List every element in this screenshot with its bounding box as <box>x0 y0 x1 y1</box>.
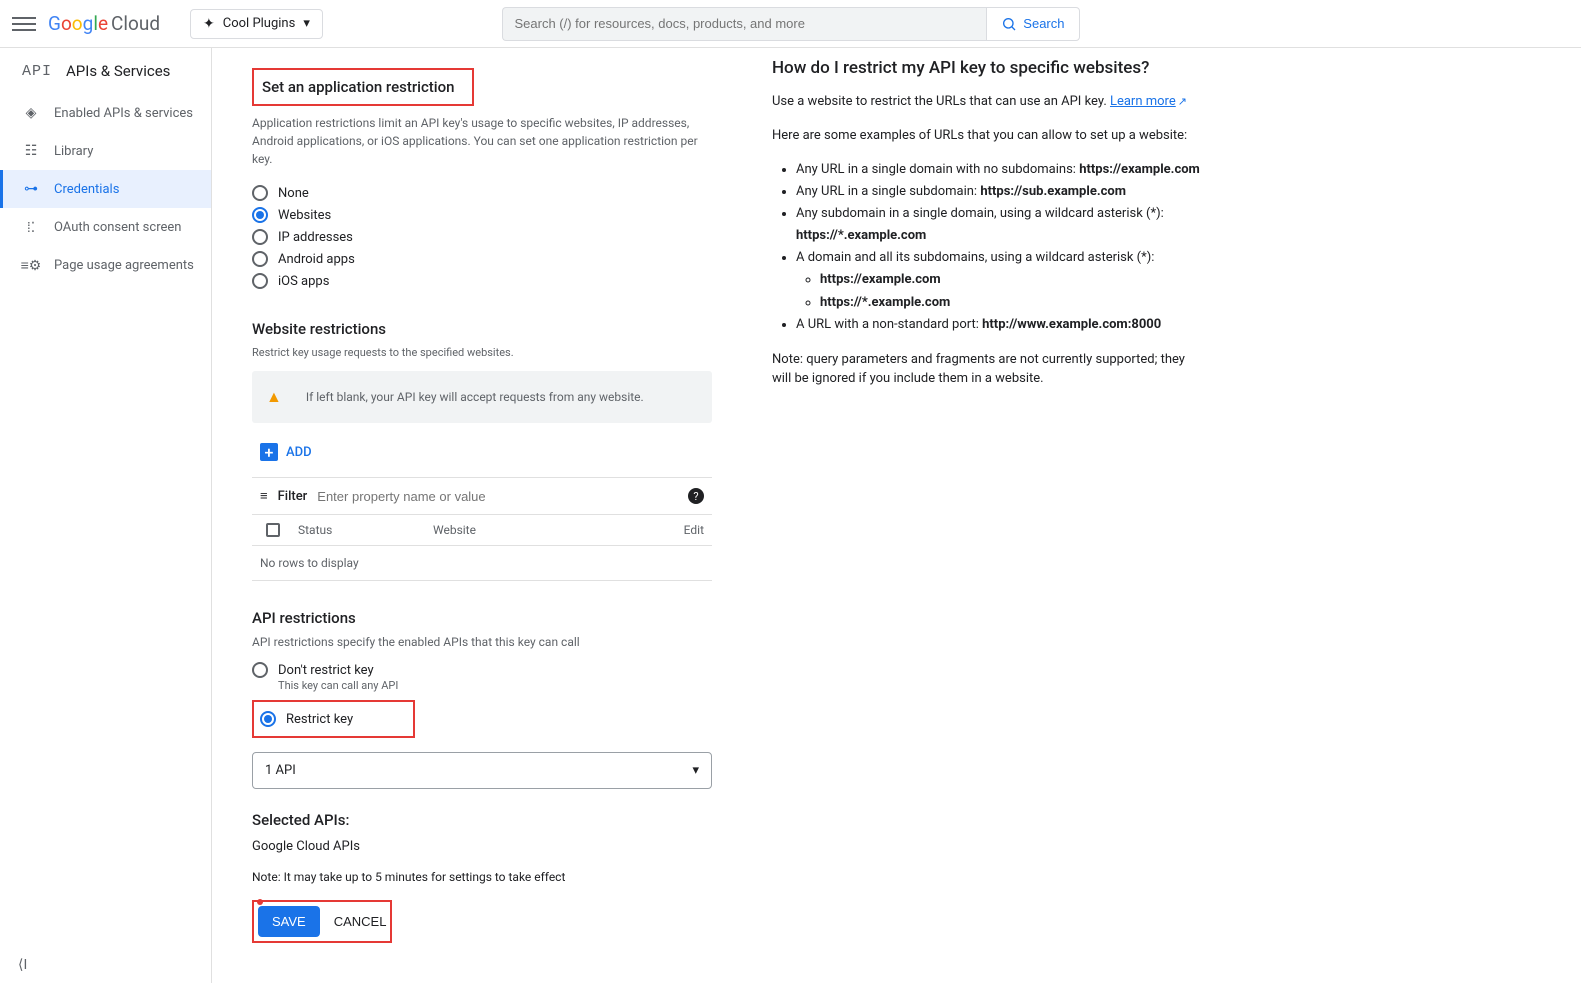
radio-android[interactable]: Android apps <box>252 248 712 270</box>
table-header: Status Website Edit <box>252 515 712 546</box>
external-link-icon: ↗ <box>1178 95 1187 108</box>
sidebar-collapse[interactable]: ⟨I <box>18 957 27 973</box>
radio-icon <box>252 207 268 223</box>
select-all-checkbox[interactable] <box>266 523 280 537</box>
consent-icon: ⁞⁚ <box>22 218 40 236</box>
sidebar-item-page-usage[interactable]: ≡⚙ Page usage agreements <box>0 246 211 284</box>
search-bar: Search <box>502 7 1080 41</box>
help-title: How do I restrict my API key to specific… <box>772 58 1202 78</box>
selected-apis-title: Selected APIs: <box>252 811 712 829</box>
web-restrictions-title: Website restrictions <box>252 320 712 338</box>
radio-ip[interactable]: IP addresses <box>252 226 712 248</box>
example-item: Any subdomain in a single domain, using … <box>796 203 1202 247</box>
example-item: Any URL in a single subdomain: https://s… <box>796 181 1202 203</box>
example-item: A URL with a non-standard port: http://w… <box>796 314 1202 336</box>
help-intro: Use a website to restrict the URLs that … <box>772 92 1202 112</box>
diamond-icon: ◈ <box>22 104 40 122</box>
app-restriction-desc: Application restrictions limit an API ke… <box>252 114 712 168</box>
filter-icon: ≡ <box>260 488 268 504</box>
restrict-key-highlight: Restrict key <box>252 700 415 738</box>
sidebar: API APIs & Services ◈ Enabled APIs & ser… <box>0 48 212 983</box>
search-icon <box>1001 16 1017 32</box>
help-icon[interactable]: ? <box>688 488 704 504</box>
api-icon: API <box>22 63 52 80</box>
logo[interactable]: Google Cloud <box>48 12 160 35</box>
save-button[interactable]: SAVE <box>258 906 320 937</box>
project-picker[interactable]: ✦ Cool Plugins ▾ <box>190 9 323 39</box>
agreements-icon: ≡⚙ <box>22 256 40 274</box>
action-buttons: SAVE CANCEL <box>252 900 392 943</box>
example-subitem: https://example.com <box>820 269 1202 291</box>
no-rows: No rows to display <box>252 546 712 581</box>
chevron-down-icon: ▾ <box>692 763 699 778</box>
sidebar-title: APIs & Services <box>66 62 170 80</box>
help-note: Note: query parameters and fragments are… <box>772 350 1202 389</box>
example-item: Any URL in a single domain with no subdo… <box>796 159 1202 181</box>
warning-box: ▲ If left blank, your API key will accep… <box>252 371 712 423</box>
radio-icon <box>252 273 268 289</box>
search-button[interactable]: Search <box>986 7 1079 41</box>
examples-list: Any URL in a single domain with no subdo… <box>772 159 1202 336</box>
selected-apis-value: Google Cloud APIs <box>252 839 712 854</box>
api-select[interactable]: 1 API ▾ <box>252 752 712 789</box>
example-subitem: https://*.example.com <box>820 292 1202 314</box>
web-restrictions-desc: Restrict key usage requests to the speci… <box>252 346 712 359</box>
warning-icon: ▲ <box>266 387 282 407</box>
learn-more-link[interactable]: Learn more <box>1110 94 1176 109</box>
th-status: Status <box>298 523 433 537</box>
add-button[interactable]: + ADD <box>252 423 320 477</box>
radio-icon <box>252 185 268 201</box>
filter-input[interactable] <box>317 489 678 504</box>
api-restrictions-desc: API restrictions specify the enabled API… <box>252 635 712 649</box>
api-restrictions-title: API restrictions <box>252 609 712 627</box>
filter-label: Filter <box>278 489 308 504</box>
radio-restrict-key[interactable]: Restrict key <box>260 708 353 730</box>
plus-icon: + <box>260 443 278 461</box>
chevron-down-icon: ▾ <box>303 16 310 31</box>
radio-icon <box>252 251 268 267</box>
radio-icon <box>252 662 268 678</box>
radio-icon <box>252 229 268 245</box>
app-restriction-title: Set an application restriction <box>252 68 474 106</box>
header: Google Cloud ✦ Cool Plugins ▾ Search <box>0 0 1581 48</box>
help-examples-intro: Here are some examples of URLs that you … <box>772 126 1202 146</box>
key-icon: ⊶ <box>22 180 40 198</box>
settings-note: Note: It may take up to 5 minutes for se… <box>252 870 712 884</box>
cancel-button[interactable]: CANCEL <box>334 914 387 929</box>
filter-bar: ≡ Filter ? <box>252 477 712 515</box>
radio-icon <box>260 711 276 727</box>
radio-none[interactable]: None <box>252 182 712 204</box>
project-icon: ✦ <box>203 16 215 32</box>
sidebar-item-credentials[interactable]: ⊶ Credentials <box>0 170 211 208</box>
library-icon: ☷ <box>22 142 40 160</box>
sidebar-header: API APIs & Services <box>0 48 211 94</box>
project-name: Cool Plugins <box>223 16 296 31</box>
radio-dont-restrict[interactable]: Don't restrict key <box>252 659 712 681</box>
menu-icon[interactable] <box>12 12 36 36</box>
th-edit: Edit <box>664 523 704 537</box>
warning-text: If left blank, your API key will accept … <box>306 390 644 404</box>
sidebar-item-oauth[interactable]: ⁞⁚ OAuth consent screen <box>0 208 211 246</box>
example-item: A domain and all its subdomains, using a… <box>796 247 1202 313</box>
sidebar-item-library[interactable]: ☷ Library <box>0 132 211 170</box>
search-input[interactable] <box>502 7 987 41</box>
radio-websites[interactable]: Websites <box>252 204 712 226</box>
radio-ios[interactable]: iOS apps <box>252 270 712 292</box>
th-website: Website <box>433 523 664 537</box>
sidebar-item-enabled-apis[interactable]: ◈ Enabled APIs & services <box>0 94 211 132</box>
dont-restrict-sub: This key can call any API <box>278 679 712 692</box>
